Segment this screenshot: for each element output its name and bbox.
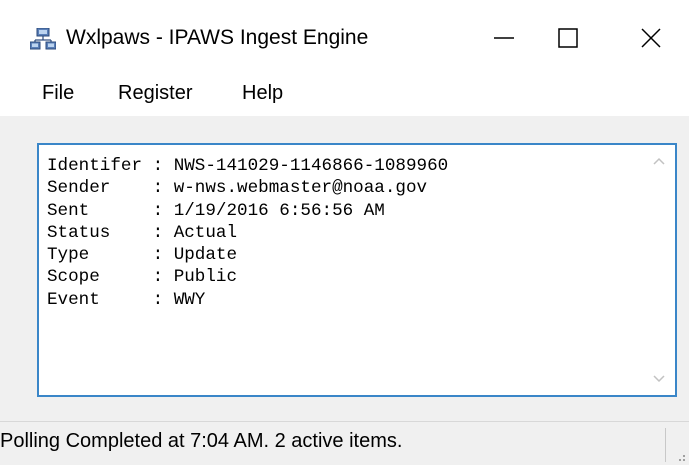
vertical-scrollbar[interactable] xyxy=(643,145,675,395)
message-line-status: Status : Actual xyxy=(47,222,238,243)
message-lines: Identifer : NWS-141029-1146866-1089960 S… xyxy=(47,155,448,311)
status-text: Polling Completed at 7:04 AM. 2 active i… xyxy=(0,430,403,452)
message-line-identifier: Identifer : NWS-141029-1146866-1089960 xyxy=(47,156,449,176)
close-button[interactable] xyxy=(613,0,689,76)
scroll-up-button[interactable] xyxy=(643,145,675,177)
resize-grip-icon[interactable] xyxy=(673,449,687,463)
message-line-sender: Sender : w-nws.webmaster@noaa.gov xyxy=(47,178,428,199)
message-line-type: Type : Update xyxy=(47,245,238,266)
minimize-icon xyxy=(494,37,514,39)
message-textbox[interactable]: Identifer : NWS-141029-1146866-1089960 S… xyxy=(37,143,677,397)
status-bar: Polling Completed at 7:04 AM. 2 active i… xyxy=(0,421,689,465)
title-bar[interactable]: Wxlpaws - IPAWS Ingest Engine xyxy=(0,0,689,76)
maximize-icon xyxy=(558,28,578,48)
app-window: Wxlpaws - IPAWS Ingest Engine File Regis… xyxy=(0,0,689,465)
chevron-up-icon xyxy=(653,157,665,165)
menu-help[interactable]: Help xyxy=(242,82,283,105)
scroll-down-button[interactable] xyxy=(643,363,675,395)
window-title: Wxlpaws - IPAWS Ingest Engine xyxy=(66,26,369,49)
message-line-sent: Sent : 1/19/2016 6:56:56 AM xyxy=(47,200,385,221)
message-line-scope: Scope : Public xyxy=(47,267,238,288)
chevron-down-icon xyxy=(653,375,665,383)
menu-register[interactable]: Register xyxy=(118,82,192,105)
close-icon xyxy=(641,28,661,48)
network-computers-icon xyxy=(30,28,56,50)
maximize-button[interactable] xyxy=(523,0,613,76)
menu-file[interactable]: File xyxy=(42,82,74,105)
message-line-event: Event : WWY xyxy=(47,289,206,310)
menu-bar: File Register Help xyxy=(0,76,689,116)
status-divider xyxy=(665,428,666,462)
